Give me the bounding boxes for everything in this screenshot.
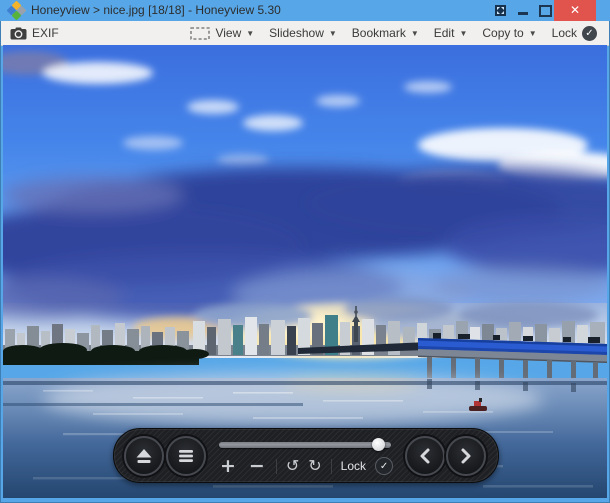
next-image-button[interactable]	[446, 436, 486, 476]
camera-icon	[10, 27, 27, 39]
hamburger-menu-icon	[179, 450, 193, 462]
chevron-down-icon: ▼	[246, 29, 255, 38]
previous-image-button[interactable]	[405, 436, 445, 476]
divider	[275, 458, 277, 474]
controls-lock-toggle[interactable]: ✓	[375, 457, 394, 475]
viewer-control-bar: + − ↺ ↻ Lock ✓	[113, 428, 499, 483]
view-menu-label: View	[215, 26, 242, 40]
divider	[330, 458, 332, 474]
view-menu-button[interactable]: View ▼	[190, 26, 254, 40]
slideshow-menu-label: Slideshow	[269, 26, 324, 40]
bookmark-menu-label: Bookmark	[351, 26, 406, 40]
bookmark-menu-button[interactable]: Bookmark ▼	[352, 26, 419, 40]
rotate-right-button[interactable]: ↻	[308, 457, 321, 475]
close-button[interactable]: ✕	[554, 0, 596, 21]
chevron-down-icon: ▼	[328, 29, 337, 38]
chevron-left-icon	[420, 448, 430, 464]
exif-button[interactable]: EXIF	[10, 26, 59, 40]
controls-lock-label: Lock	[340, 459, 367, 473]
close-icon: ✕	[569, 3, 581, 17]
maximize-button[interactable]	[539, 4, 552, 17]
chevron-down-icon: ▼	[528, 29, 537, 38]
minimize-button[interactable]	[518, 6, 528, 15]
fullscreen-button[interactable]	[494, 4, 507, 17]
honeyview-logo-icon	[6, 0, 27, 21]
zoom-slider[interactable]	[219, 438, 391, 452]
minimize-icon	[518, 12, 528, 15]
title-bar[interactable]: Honeyview > nice.jpg [18/18] - Honeyview…	[0, 0, 610, 21]
menu-button[interactable]	[166, 436, 206, 476]
edit-menu-label: Edit	[433, 26, 455, 40]
honeyview-window: Honeyview > nice.jpg [18/18] - Honeyview…	[0, 0, 610, 503]
copy-to-menu-button[interactable]: Copy to ▼	[482, 26, 536, 40]
zoom-in-button[interactable]: +	[218, 457, 238, 476]
chevron-right-icon	[461, 448, 471, 464]
toolbar-lock-toggle[interactable]: Lock ✓	[551, 25, 597, 41]
fit-view-icon	[190, 26, 211, 40]
zoom-slider-thumb[interactable]	[371, 438, 385, 451]
maximize-icon	[539, 4, 552, 17]
chevron-down-icon: ▼	[459, 29, 468, 38]
main-toolbar: EXIF View ▼ Slideshow ▼ Bookmark ▼ Edit …	[1, 21, 609, 46]
zoom-slider-track[interactable]	[219, 442, 391, 448]
exif-label: EXIF	[32, 26, 59, 40]
copy-to-menu-label: Copy to	[482, 26, 524, 40]
chevron-down-icon: ▼	[410, 29, 419, 38]
open-file-button[interactable]	[124, 436, 164, 476]
rotate-left-button[interactable]: ↺	[286, 457, 299, 475]
edit-menu-button[interactable]: Edit ▼	[434, 26, 468, 40]
zoom-out-button[interactable]: −	[247, 457, 267, 476]
toolbar-lock-label: Lock	[551, 26, 577, 40]
check-circle-icon: ✓	[582, 25, 597, 41]
eject-icon	[136, 449, 152, 463]
window-title: Honeyview > nice.jpg [18/18] - Honeyview…	[31, 3, 281, 17]
check-icon: ✓	[379, 460, 389, 472]
slideshow-menu-button[interactable]: Slideshow ▼	[269, 26, 337, 40]
